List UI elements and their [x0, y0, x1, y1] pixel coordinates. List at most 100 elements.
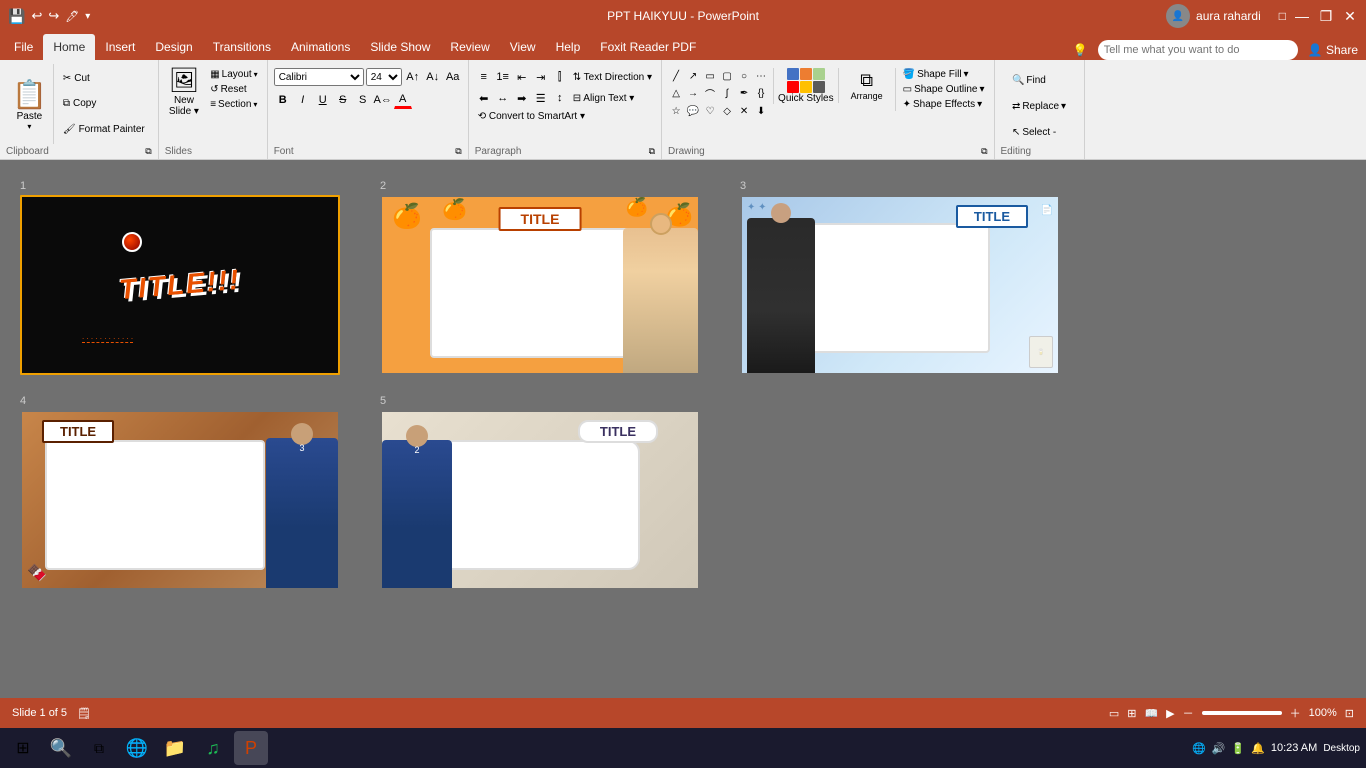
network-icon[interactable]: 🌐 [1192, 742, 1206, 755]
taskbar-powerpoint[interactable]: P [234, 731, 268, 765]
replace-button[interactable]: ⇄ Replace ▾ [1009, 100, 1069, 113]
layout-button[interactable]: ▦ Layout ▾ [207, 68, 261, 81]
taskbar-browser[interactable]: 🌐 [120, 731, 154, 765]
shape-scroll[interactable]: {} [753, 85, 769, 101]
quick-styles-button[interactable]: Quick Styles [778, 68, 834, 104]
shape-fill-button[interactable]: 🪣 Shape Fill ▾ [900, 68, 988, 81]
tab-transitions[interactable]: Transitions [203, 34, 281, 60]
align-right-button[interactable]: ➡ [513, 89, 531, 107]
slide-wrapper-4[interactable]: 4 TITLE 3 🍫 [20, 395, 350, 590]
section-button[interactable]: ≡ Section ▾ [207, 98, 261, 111]
copy-button[interactable]: ⧉ Copy [60, 97, 148, 110]
increase-indent-button[interactable]: ⇥ [532, 68, 550, 86]
save-icon[interactable]: 💾 [8, 8, 25, 25]
arrange-button[interactable]: ⧉ Arrange [843, 68, 891, 103]
shapes-more[interactable]: ⋯ [753, 68, 769, 84]
undo-icon[interactable]: ↩ [31, 8, 42, 24]
shape-triangle[interactable]: △ [668, 85, 684, 101]
slide-wrapper-2[interactable]: 2 🍊 🍊 🍊 🍊 TITLE [380, 180, 710, 375]
font-size-select[interactable]: 24 [366, 68, 402, 86]
shape-diamond[interactable]: ◇ [719, 103, 735, 119]
slideshow-view-button[interactable]: ▶ [1166, 707, 1174, 720]
slide-thumb-5[interactable]: TITLE 2 [380, 410, 700, 590]
redo-icon[interactable]: ↪ [48, 8, 59, 24]
tell-me-input[interactable] [1098, 40, 1298, 60]
slide-thumb-4[interactable]: TITLE 3 🍫 [20, 410, 340, 590]
tab-foxit[interactable]: Foxit Reader PDF [590, 34, 706, 60]
shape-freeform[interactable]: ✒ [736, 85, 752, 101]
slide-wrapper-3[interactable]: 3 ✦ ✦ 📄 TITLE 🥛 [740, 180, 1070, 375]
close-button[interactable]: ✕ [1342, 8, 1358, 24]
user-area[interactable]: 👤 aura rahardi [1166, 4, 1261, 28]
justify-button[interactable]: ☰ [532, 89, 550, 107]
zoom-slider[interactable] [1202, 711, 1282, 715]
tab-insert[interactable]: Insert [95, 34, 145, 60]
italic-button[interactable]: I [294, 91, 312, 109]
strikethrough-button[interactable]: S [334, 91, 352, 109]
desktop-button[interactable]: Desktop [1323, 743, 1360, 754]
shape-cross[interactable]: ✕ [736, 103, 752, 119]
decrease-font-button[interactable]: A↓ [424, 68, 442, 86]
zoom-out-button[interactable]: － [1183, 705, 1194, 721]
shape-star[interactable]: ☆ [668, 103, 684, 119]
start-button[interactable]: ⊞ [6, 731, 40, 765]
shape-arrow[interactable]: ↗ [685, 68, 701, 84]
reading-view-button[interactable]: 📖 [1144, 707, 1158, 720]
task-view-button[interactable]: ⧉ [82, 731, 116, 765]
notification-icon[interactable]: 🔔 [1251, 742, 1265, 755]
clipboard-expand[interactable]: ⧉ [145, 146, 151, 157]
decrease-indent-button[interactable]: ⇤ [513, 68, 531, 86]
reset-button[interactable]: ↺ Reset [207, 83, 261, 96]
font-expand[interactable]: ⧉ [455, 146, 461, 157]
tab-slideshow[interactable]: Slide Show [360, 34, 440, 60]
volume-icon[interactable]: 🔊 [1212, 742, 1226, 755]
tab-design[interactable]: Design [145, 34, 202, 60]
increase-font-button[interactable]: A↑ [404, 68, 422, 86]
shape-rect[interactable]: ▭ [702, 68, 718, 84]
format-painter-button[interactable]: 🖌 Format Painter [60, 123, 148, 136]
shape-curve[interactable]: ∫ [719, 85, 735, 101]
normal-view-button[interactable]: ▭ [1109, 707, 1119, 720]
tab-home[interactable]: Home [43, 34, 95, 60]
tab-file[interactable]: File [4, 34, 43, 60]
text-shadow-button[interactable]: S [354, 91, 372, 109]
search-taskbar-button[interactable]: 🔍 [44, 731, 78, 765]
bullets-button[interactable]: ≡ [475, 68, 493, 86]
shape-more2[interactable]: ⬇ [753, 103, 769, 119]
slide-wrapper-1[interactable]: 1 TITLE!!! . . . . . . . . . . . . [20, 180, 350, 375]
share-button[interactable]: 👤 Share [1308, 43, 1358, 57]
slide-wrapper-5[interactable]: 5 TITLE 2 [380, 395, 710, 590]
font-name-select[interactable]: Calibri [274, 68, 364, 86]
shape-callout[interactable]: 💬 [685, 103, 701, 119]
taskbar-spotify[interactable]: ♫ [196, 731, 230, 765]
tab-animations[interactable]: Animations [281, 34, 360, 60]
cut-button[interactable]: ✂ Cut [60, 72, 148, 85]
align-text-button[interactable]: ⊟ Align Text ▾ [570, 92, 638, 105]
paste-button[interactable]: 📋 Paste ▾ [6, 64, 54, 144]
customize-icon[interactable]: 🖊 [65, 10, 79, 23]
underline-button[interactable]: U [314, 91, 332, 109]
shape-oval[interactable]: ○ [736, 68, 752, 84]
tab-help[interactable]: Help [546, 34, 591, 60]
tab-view[interactable]: View [500, 34, 546, 60]
slide-thumb-3[interactable]: ✦ ✦ 📄 TITLE 🥛 [740, 195, 1060, 375]
shape-effects-button[interactable]: ✦ Shape Effects ▾ [900, 98, 988, 111]
character-spacing-button[interactable]: A⇔ [374, 91, 392, 109]
paragraph-expand[interactable]: ⧉ [649, 146, 655, 157]
fit-slide-button[interactable]: ⊡ [1345, 707, 1354, 720]
quick-access-more[interactable]: ▾ [85, 11, 90, 22]
convert-smartart-button[interactable]: ⟲ Convert to SmartArt ▾ [475, 110, 588, 123]
shape-heart[interactable]: ♡ [702, 103, 718, 119]
numbering-button[interactable]: 1≡ [494, 68, 512, 86]
drawing-expand[interactable]: ⧉ [981, 146, 987, 157]
slide-thumb-2[interactable]: 🍊 🍊 🍊 🍊 TITLE [380, 195, 700, 375]
slide-thumb-1[interactable]: TITLE!!! . . . . . . . . . . . . [20, 195, 340, 375]
align-left-button[interactable]: ⬅ [475, 89, 493, 107]
shape-line[interactable]: ╱ [668, 68, 684, 84]
shape-right-arrow[interactable]: → [685, 85, 701, 101]
font-color-button[interactable]: A [394, 91, 412, 109]
text-direction-button[interactable]: ⇅ Text Direction ▾ [570, 71, 655, 84]
tab-review[interactable]: Review [440, 34, 499, 60]
slide-sorter-button[interactable]: ⊞ [1127, 707, 1136, 720]
align-center-button[interactable]: ↔ [494, 89, 512, 107]
